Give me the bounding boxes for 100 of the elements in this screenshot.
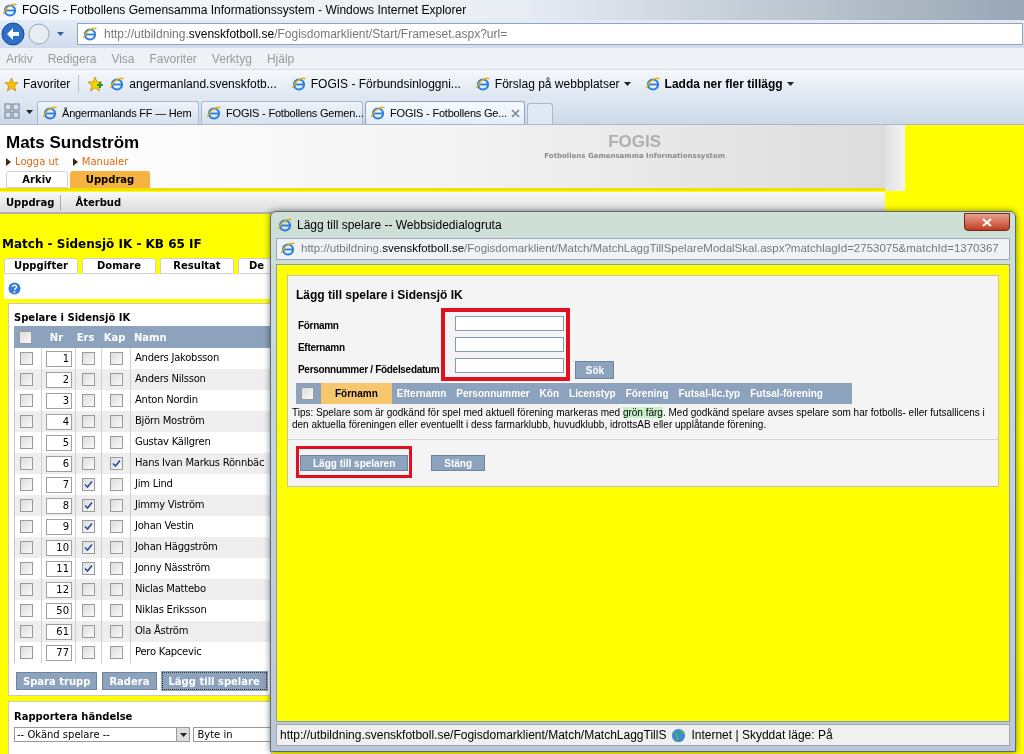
- squad-title: Spelare i Sidensjö IK: [14, 311, 132, 325]
- checkbox[interactable]: [20, 436, 33, 449]
- number-field[interactable]: 12: [46, 581, 72, 598]
- checkbox[interactable]: [109, 520, 123, 533]
- favorite-link[interactable]: Förslag på webbplatser: [474, 75, 631, 93]
- checkbox[interactable]: [109, 583, 123, 596]
- checkbox[interactable]: [20, 457, 33, 470]
- checkbox[interactable]: [82, 625, 95, 638]
- close-icon[interactable]: [511, 108, 520, 118]
- favorites-button[interactable]: Favoriter: [4, 75, 71, 93]
- checkbox[interactable]: [20, 415, 33, 428]
- checkbox[interactable]: [82, 499, 95, 512]
- checkbox[interactable]: [82, 583, 95, 596]
- checkbox[interactable]: [19, 330, 32, 344]
- checkbox[interactable]: [20, 499, 33, 512]
- checkbox[interactable]: [109, 499, 123, 512]
- number-field[interactable]: 61: [46, 623, 72, 640]
- number-field[interactable]: 4: [46, 413, 72, 430]
- checkbox[interactable]: [301, 387, 314, 400]
- checkbox[interactable]: [20, 352, 33, 365]
- column-header[interactable]: Förnamn: [321, 383, 392, 404]
- checkbox[interactable]: [82, 457, 95, 470]
- checkbox[interactable]: [109, 373, 123, 386]
- address-field[interactable]: http://utbildning.svenskfotboll.se/Fogisdomarklient/Start/Frameset.aspx?url=: [77, 23, 1023, 45]
- number-field[interactable]: 2: [46, 371, 72, 388]
- favorite-link[interactable]: Ladda ner fler tillägg: [644, 75, 794, 93]
- checkbox[interactable]: [20, 604, 33, 617]
- dialog-title: Lägg till spelare -- Webbsidedialogruta: [297, 217, 502, 234]
- add-favorite-icon[interactable]: [87, 76, 104, 92]
- favorite-link[interactable]: FOGIS - Förbundsinloggni...: [290, 75, 461, 93]
- checkbox[interactable]: [109, 415, 123, 428]
- new-tab-button[interactable]: [527, 103, 553, 124]
- checkbox[interactable]: [82, 373, 95, 386]
- number-field[interactable]: 1: [46, 350, 72, 367]
- number-field[interactable]: 10: [46, 539, 72, 556]
- checkbox[interactable]: [82, 520, 95, 533]
- checkbox[interactable]: [20, 562, 33, 575]
- number-field[interactable]: 11: [46, 560, 72, 577]
- page-icon: [644, 76, 661, 92]
- checkbox[interactable]: [109, 394, 123, 407]
- page-icon: [2, 2, 18, 18]
- favorite-link[interactable]: angermanland.svenskfotb...: [109, 75, 277, 93]
- checkbox[interactable]: [82, 646, 95, 659]
- checkbox[interactable]: [20, 520, 33, 533]
- checkbox[interactable]: [109, 625, 123, 638]
- page-icon: [280, 241, 296, 257]
- match-tab[interactable]: De: [238, 258, 272, 274]
- match-tab[interactable]: Uppgifter: [4, 258, 78, 274]
- submenu-item[interactable]: Uppdrag: [0, 194, 62, 210]
- player-name: Pero Kapcevic: [130, 642, 202, 663]
- checkbox[interactable]: [82, 415, 95, 428]
- number-field[interactable]: 7: [46, 476, 72, 493]
- browser-tab[interactable]: FOGIS - Fotbollens Gemen...: [201, 101, 363, 124]
- checkbox[interactable]: [82, 394, 95, 407]
- checkbox[interactable]: [20, 541, 33, 554]
- checkbox[interactable]: [109, 646, 123, 659]
- event-select[interactable]: Byte in: [193, 727, 271, 742]
- checkbox[interactable]: [82, 352, 95, 365]
- checkbox[interactable]: [109, 541, 123, 554]
- window-title: FOGIS - Fotbollens Gemensamma Informationssystem - Windows Internet Explorer: [22, 2, 467, 19]
- number-field[interactable]: 6: [46, 455, 72, 472]
- browser-tab[interactable]: FOGIS - Fotbollens Ge...: [365, 101, 525, 124]
- header-tab[interactable]: Uppdrag: [70, 171, 150, 188]
- checkbox[interactable]: [20, 625, 33, 638]
- checkbox[interactable]: [82, 562, 95, 575]
- number-field[interactable]: 77: [46, 644, 72, 661]
- checkbox[interactable]: [20, 373, 33, 386]
- checkbox[interactable]: [20, 583, 33, 596]
- checkbox[interactable]: [109, 562, 123, 575]
- checkbox[interactable]: [82, 604, 95, 617]
- page-icon: [206, 105, 222, 121]
- player-select[interactable]: -- Okänd spelare --: [14, 727, 191, 742]
- page-icon: [277, 217, 293, 233]
- number-field[interactable]: 9: [46, 518, 72, 535]
- match-tab[interactable]: Resultat: [160, 258, 234, 274]
- checkbox[interactable]: [20, 478, 33, 491]
- close-button[interactable]: [964, 213, 1010, 231]
- browser-tab[interactable]: Ångermanlands FF — Hem: [37, 101, 199, 124]
- checkbox[interactable]: [20, 646, 33, 659]
- checkbox[interactable]: [109, 436, 123, 449]
- checkbox[interactable]: [109, 352, 123, 365]
- checkbox[interactable]: [82, 478, 95, 491]
- back-button[interactable]: [1, 22, 25, 46]
- checkbox[interactable]: [109, 478, 123, 491]
- number-field[interactable]: 3: [46, 392, 72, 409]
- input-field[interactable]: [455, 337, 565, 352]
- checkbox[interactable]: [20, 394, 33, 407]
- input-field[interactable]: [455, 358, 565, 373]
- checkbox[interactable]: [82, 541, 95, 554]
- checkbox[interactable]: [109, 604, 123, 617]
- number-field[interactable]: 8: [46, 497, 72, 514]
- number-field[interactable]: 5: [46, 434, 72, 451]
- checkbox[interactable]: [109, 457, 123, 470]
- help-icon[interactable]: [8, 282, 21, 295]
- checkbox[interactable]: [82, 436, 95, 449]
- submenu-item[interactable]: Återbud: [69, 194, 128, 210]
- match-tab[interactable]: Domare: [82, 258, 156, 274]
- input-field[interactable]: [455, 316, 565, 331]
- number-field[interactable]: 50: [46, 602, 72, 619]
- header-tab[interactable]: Arkiv: [6, 171, 68, 188]
